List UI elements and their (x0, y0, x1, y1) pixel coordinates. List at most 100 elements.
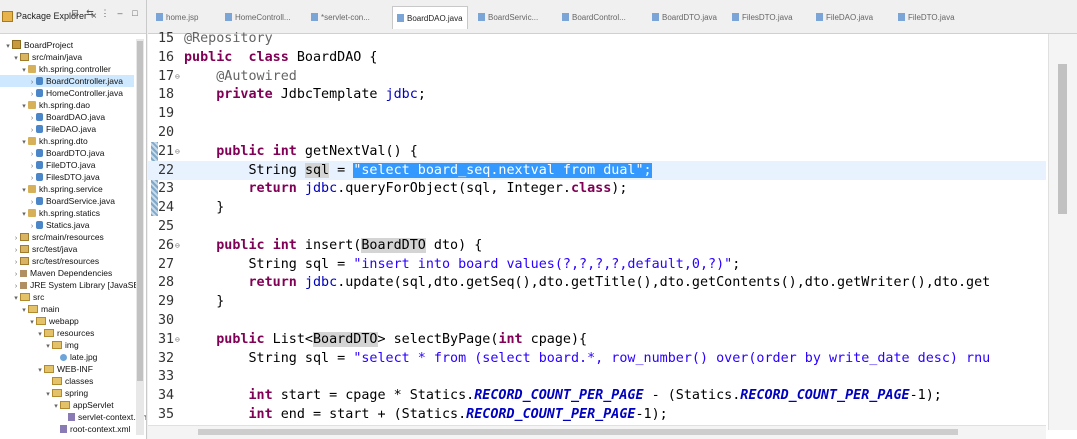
tree-item[interactable]: ▾ webapp (0, 315, 134, 327)
editor-tab[interactable]: HomeControll... (225, 8, 291, 26)
line-number: 18 (158, 87, 175, 103)
tree-item[interactable]: ▾ resources (0, 327, 134, 339)
fold-toggle-icon[interactable]: ⊖ (175, 142, 180, 161)
tree-item[interactable]: servlet-context.xml (0, 411, 146, 423)
tree-item[interactable]: › Maven Dependencies (0, 267, 134, 279)
code-line[interactable]: 24 } (148, 198, 1046, 217)
tree-item[interactable]: › BoardDTO.java (0, 147, 134, 159)
code-token: RECORD_COUNT_PER_PAGE (466, 407, 636, 422)
tree-item[interactable]: ▾ img (0, 339, 134, 351)
maximize-icon[interactable]: □ (130, 8, 140, 18)
tree-item[interactable]: › src/test/resources (0, 255, 134, 267)
code-line[interactable]: 29 } (148, 292, 1046, 311)
fold-toggle-icon[interactable]: ⊖ (175, 67, 180, 86)
code-line[interactable]: 25 (148, 217, 1046, 236)
code-line[interactable]: 28 return jdbc.update(sql,dto.getSeq(),d… (148, 273, 1046, 292)
code-token: RECORD_COUNT_PER_PAGE (474, 388, 644, 404)
code-token: public (216, 331, 265, 347)
editor-tab[interactable]: FileDTO.java (898, 8, 955, 26)
code-line[interactable]: 19 (148, 104, 1046, 123)
package-icon (28, 137, 36, 145)
collapse-all-icon[interactable]: ⊟ (70, 8, 80, 18)
tree-item[interactable]: › src/main/resources (0, 231, 134, 243)
tree-item[interactable]: ▾ WEB-INF (0, 363, 134, 375)
editor-tab[interactable]: home.jsp (156, 8, 198, 26)
tree-item[interactable]: ▾ kh.spring.dto (0, 135, 134, 147)
tree-item[interactable]: ▾ src/main/java (0, 51, 134, 63)
folder-icon (52, 341, 62, 349)
tree-item[interactable]: › FilesDTO.java (0, 171, 134, 183)
editor-tab-label: BoardDTO.java (662, 12, 717, 22)
tree-item[interactable]: › src/test/java (0, 243, 134, 255)
code-token: int (498, 331, 523, 347)
code-line[interactable]: 21 ⊖ public int getNextVal() { (148, 142, 1046, 161)
tree-item[interactable]: ▾ kh.spring.service (0, 183, 134, 195)
tree-item[interactable]: ▾ src (0, 291, 134, 303)
line-number: 29 (158, 294, 175, 310)
editor-vertical-scrollbar[interactable] (1048, 34, 1077, 430)
code-token: int (248, 407, 273, 422)
code-line[interactable]: 26 ⊖ public int insert(BoardDTO dto) { (148, 236, 1046, 255)
tree-item-label: kh.spring.service (39, 184, 103, 194)
editor-tab[interactable]: BoardDAO.java (392, 6, 468, 29)
code-line[interactable]: 34 int start = cpage * Statics.RECORD_CO… (148, 386, 1046, 405)
code-line[interactable]: 32 String sql = "select * from (select b… (148, 349, 1046, 368)
editor-tab[interactable]: BoardServic... (478, 8, 538, 26)
code-line[interactable]: 22 String sql = "select board_seq.nextva… (148, 160, 1046, 180)
code-line[interactable]: 15 @Repository (148, 29, 1046, 48)
editor-tab[interactable]: BoardDTO.java (652, 8, 717, 26)
link-with-editor-icon[interactable]: ⇆ (85, 8, 95, 18)
tree-item[interactable]: › FileDAO.java (0, 123, 134, 135)
tree-item[interactable]: classes (0, 375, 134, 387)
code-line[interactable]: 27 String sql = "insert into board value… (148, 255, 1046, 274)
code-line[interactable]: 33 (148, 367, 1046, 386)
explorer-scrollbar-thumb[interactable] (137, 41, 143, 381)
editor-vertical-scrollbar-thumb[interactable] (1058, 64, 1067, 214)
code-line[interactable]: 31 ⊖ public List<BoardDTO> selectByPage(i… (148, 330, 1046, 349)
tree-item[interactable]: › FileDTO.java (0, 159, 134, 171)
tree-item[interactable]: › BoardController.java (0, 75, 134, 87)
code-line[interactable]: 23 return jdbc.queryForObject(sql, Integ… (148, 179, 1046, 198)
tree-item[interactable]: root-context.xml (0, 423, 134, 435)
code-token: BoardDTO (313, 331, 378, 347)
editor-tab[interactable]: BoardControl... (562, 8, 626, 26)
fold-toggle-icon[interactable]: ⊖ (175, 236, 180, 255)
code-line[interactable]: 17 ⊖ @Autowired (148, 67, 1046, 86)
tree-item[interactable]: › HomeController.java (0, 87, 134, 99)
editor-horizontal-scrollbar-thumb[interactable] (198, 429, 958, 435)
code-token: ; (417, 87, 426, 103)
tree-item[interactable]: ▾ kh.spring.statics (0, 207, 134, 219)
tree-item[interactable]: › JRE System Library [JavaSE (0, 279, 139, 291)
code-line[interactable]: 16 public class BoardDAO { (148, 48, 1046, 67)
tree-item-label: src (33, 292, 45, 302)
fold-toggle-icon[interactable]: ⊖ (175, 330, 180, 349)
explorer-scrollbar[interactable] (136, 39, 144, 435)
tree-item[interactable]: › Statics.java (0, 219, 134, 231)
view-menu-icon[interactable]: ⋮ (100, 8, 110, 18)
editor-horizontal-scrollbar[interactable] (148, 425, 1046, 439)
tree-item[interactable]: › BoardService.java (0, 195, 134, 207)
code-line[interactable]: 18 private JdbcTemplate jdbc; (148, 85, 1046, 104)
tree-item[interactable]: ▾ spring (0, 387, 134, 399)
code-line[interactable]: 35 int end = start + (Statics.RECORD_COU… (148, 405, 1046, 424)
tree-item[interactable]: ▾ main (0, 303, 134, 315)
tree-item-label: src/main/resources (32, 232, 104, 242)
tree-item[interactable]: late.jpg (0, 351, 134, 363)
code-area[interactable]: 15 @Repository 16 public class BoardDAO {17… (148, 29, 1046, 425)
tree-item[interactable]: › BoardDAO.java (0, 111, 134, 123)
editor-tab[interactable]: FileDAO.java (816, 8, 873, 26)
tree-item[interactable]: ▾ appServlet (0, 399, 134, 411)
editor-tab[interactable]: FilesDTO.java (732, 8, 793, 26)
code-line[interactable]: 20 (148, 123, 1046, 142)
tree-item[interactable]: ▾ BoardProject (0, 39, 134, 51)
tree-item[interactable]: ▾ kh.spring.controller (0, 63, 134, 75)
editor-tab[interactable]: *servlet-con... (311, 8, 370, 26)
minimize-icon[interactable]: – (115, 8, 125, 18)
tree-item-label: resources (57, 328, 95, 338)
tree-item[interactable]: ▾ kh.spring.dao (0, 99, 134, 111)
code-line[interactable]: 30 (148, 311, 1046, 330)
code-token: public (216, 143, 265, 159)
